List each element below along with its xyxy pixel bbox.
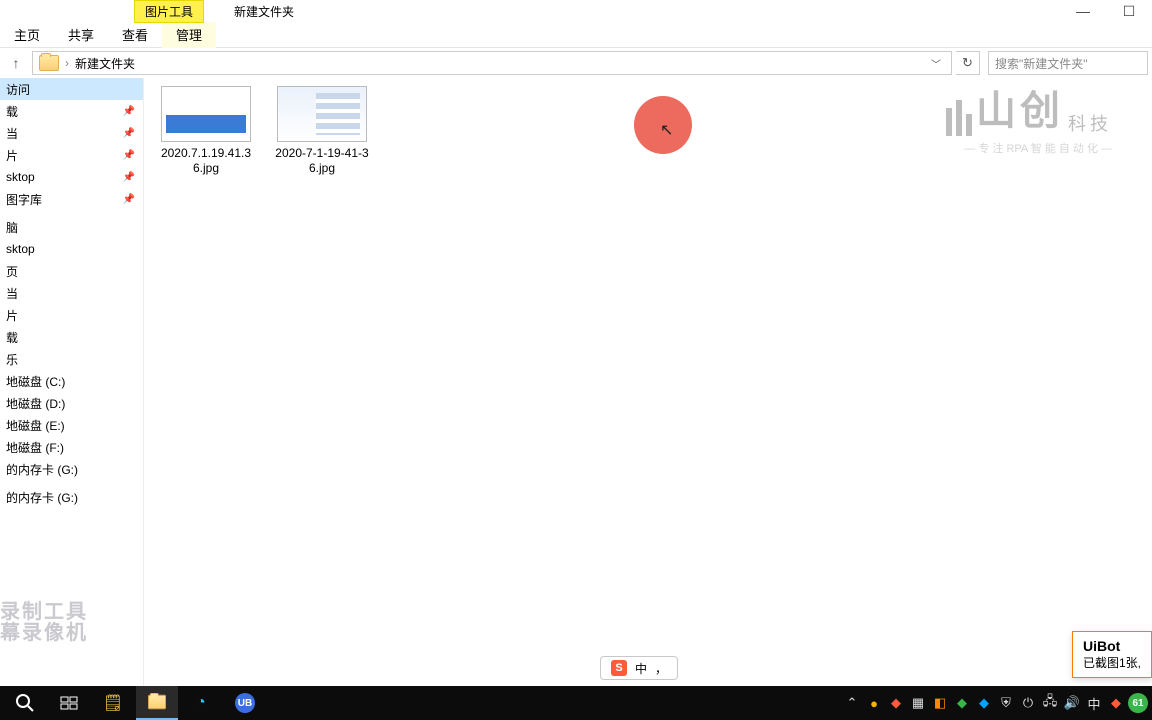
contextual-tab-label: 图片工具 [134,0,204,23]
sidebar-item[interactable]: 脑 [0,216,143,238]
taskbar-app[interactable]: ◔ [180,686,222,720]
taskbar-app[interactable]: 🗒 [92,686,134,720]
taskbar: 🗒 ◔ UB ⌃ ● ◆ ▦ ◧ ◆ ◆ ⛨ ⏻ 🖧 🔊 中 ◆ 61 [0,686,1152,720]
sidebar-item[interactable]: 载📌 [0,100,143,122]
address-bar-row: ↑ › 新建文件夹 ﹀ ↻ 搜索"新建文件夹" [0,48,1152,78]
ribbon-tab-manage[interactable]: 管理 [162,21,216,48]
sidebar-drive[interactable]: 的内存卡 (G:) [0,458,143,480]
ribbon-tab-home[interactable]: 主页 [0,21,54,48]
breadcrumb-current[interactable]: 新建文件夹 [75,55,135,72]
brand-watermark: 山创 科技 — 专 注 RPA 智 能 自 动 化 — [946,78,1112,156]
ime-indicator[interactable]: S 中 ， [600,656,678,680]
uibot-toast[interactable]: UiBot 已截图1张, [1072,631,1152,678]
sidebar-item[interactable]: sktop [0,238,143,260]
system-tray: ⌃ ● ◆ ▦ ◧ ◆ ◆ ⛨ ⏻ 🖧 🔊 中 ◆ 61 [842,693,1148,713]
pin-icon: 📌 [123,194,135,205]
tray-icon[interactable]: ▦ [908,693,928,713]
file-name: 2020.7.1.19.41.36.jpg [158,146,254,176]
sidebar-drive[interactable]: 地磁盘 (F:) [0,436,143,458]
file-thumbnail [277,86,367,142]
tray-icon[interactable]: ⌃ [842,693,862,713]
maximize-button[interactable]: ☐ [1106,0,1152,22]
window-title: 新建文件夹 [234,3,294,20]
sogou-icon: S [611,660,627,676]
refresh-button[interactable]: ↻ [956,51,980,75]
tray-icon[interactable]: ◆ [952,693,972,713]
recorder-watermark: 录制工具 幕录像机 [0,602,88,644]
app-icon: ◔ [196,694,206,712]
breadcrumb-separator-icon: › [65,56,69,70]
sticky-notes-icon: 🗒 [103,693,123,713]
ribbon-tab-view[interactable]: 查看 [108,21,162,48]
sidebar-drive[interactable]: 地磁盘 (D:) [0,392,143,414]
navigation-pane: 访问 载📌 当📌 片📌 sktop📌 图字库📌 脑 sktop 页 当 片 载 … [0,78,144,686]
taskbar-app-uibot[interactable]: UB [224,686,266,720]
tray-icon[interactable]: ⏻ [1018,693,1038,713]
search-icon [15,693,35,713]
file-area[interactable]: 2020.7.1.19.41.36.jpg 2020-7-1-19-41-36.… [144,78,1152,686]
search-placeholder: 搜索"新建文件夹" [995,55,1088,72]
tray-icon[interactable]: ◆ [974,693,994,713]
cursor-icon: ↖ [660,120,673,140]
ime-lang: 中 [635,660,647,677]
sidebar-item[interactable]: 片📌 [0,144,143,166]
tray-icon[interactable]: ◧ [930,693,950,713]
toast-body: 已截图1张, [1083,654,1141,671]
ribbon-tab-share[interactable]: 共享 [54,21,108,48]
ribbon-tabs: 主页 共享 查看 管理 [0,22,1152,48]
sidebar-item[interactable]: 载 [0,326,143,348]
pin-icon: 📌 [123,150,135,161]
tray-volume-icon[interactable]: 🔊 [1062,693,1082,713]
sidebar-quick-access[interactable]: 访问 [0,78,143,100]
sidebar-drive[interactable]: 的内存卡 (G:) [0,486,143,508]
task-view-button[interactable] [48,686,90,720]
address-bar[interactable]: › 新建文件夹 ﹀ [32,51,952,75]
tray-icon[interactable]: ⛨ [996,693,1016,713]
sidebar-item[interactable]: 片 [0,304,143,326]
nav-up-button[interactable]: ↑ [4,51,28,75]
file-thumbnail [161,86,251,142]
sidebar-item[interactable]: 图字库📌 [0,188,143,210]
minimize-button[interactable]: ― [1060,0,1106,22]
tray-icon[interactable]: ◆ [1106,693,1126,713]
title-bar: 图片工具 新建文件夹 ― ☐ [0,0,1152,22]
sidebar-item[interactable]: 乐 [0,348,143,370]
start-button[interactable] [4,686,46,720]
sidebar-item[interactable]: 当📌 [0,122,143,144]
folder-icon [39,55,59,71]
tray-icon[interactable]: ● [864,693,884,713]
file-item[interactable]: 2020-7-1-19-41-36.jpg [274,86,370,176]
file-name: 2020-7-1-19-41-36.jpg [274,146,370,176]
sidebar-drive[interactable]: 地磁盘 (C:) [0,370,143,392]
toast-title: UiBot [1083,638,1141,654]
search-input[interactable]: 搜索"新建文件夹" [988,51,1148,75]
sidebar-item[interactable]: 页 [0,260,143,282]
tray-clock-badge[interactable]: 61 [1128,693,1148,713]
sidebar-item[interactable]: sktop📌 [0,166,143,188]
tray-network-icon[interactable]: 🖧 [1040,693,1060,713]
pin-icon: 📌 [123,128,135,139]
sidebar-drive[interactable]: 地磁盘 (E:) [0,414,143,436]
taskbar-app-explorer[interactable] [136,686,178,720]
tray-ime-lang[interactable]: 中 [1084,693,1104,713]
folder-icon [148,695,166,709]
pin-icon: 📌 [123,106,135,117]
ime-mode: ， [655,660,667,677]
pin-icon: 📌 [123,172,135,183]
sidebar-item[interactable]: 当 [0,282,143,304]
click-highlight-marker: ↖ [634,96,692,154]
address-dropdown-icon[interactable]: ﹀ [927,56,945,71]
file-item[interactable]: 2020.7.1.19.41.36.jpg [158,86,254,176]
tray-icon[interactable]: ◆ [886,693,906,713]
uibot-icon: UB [235,693,255,713]
taskview-icon [59,693,79,713]
